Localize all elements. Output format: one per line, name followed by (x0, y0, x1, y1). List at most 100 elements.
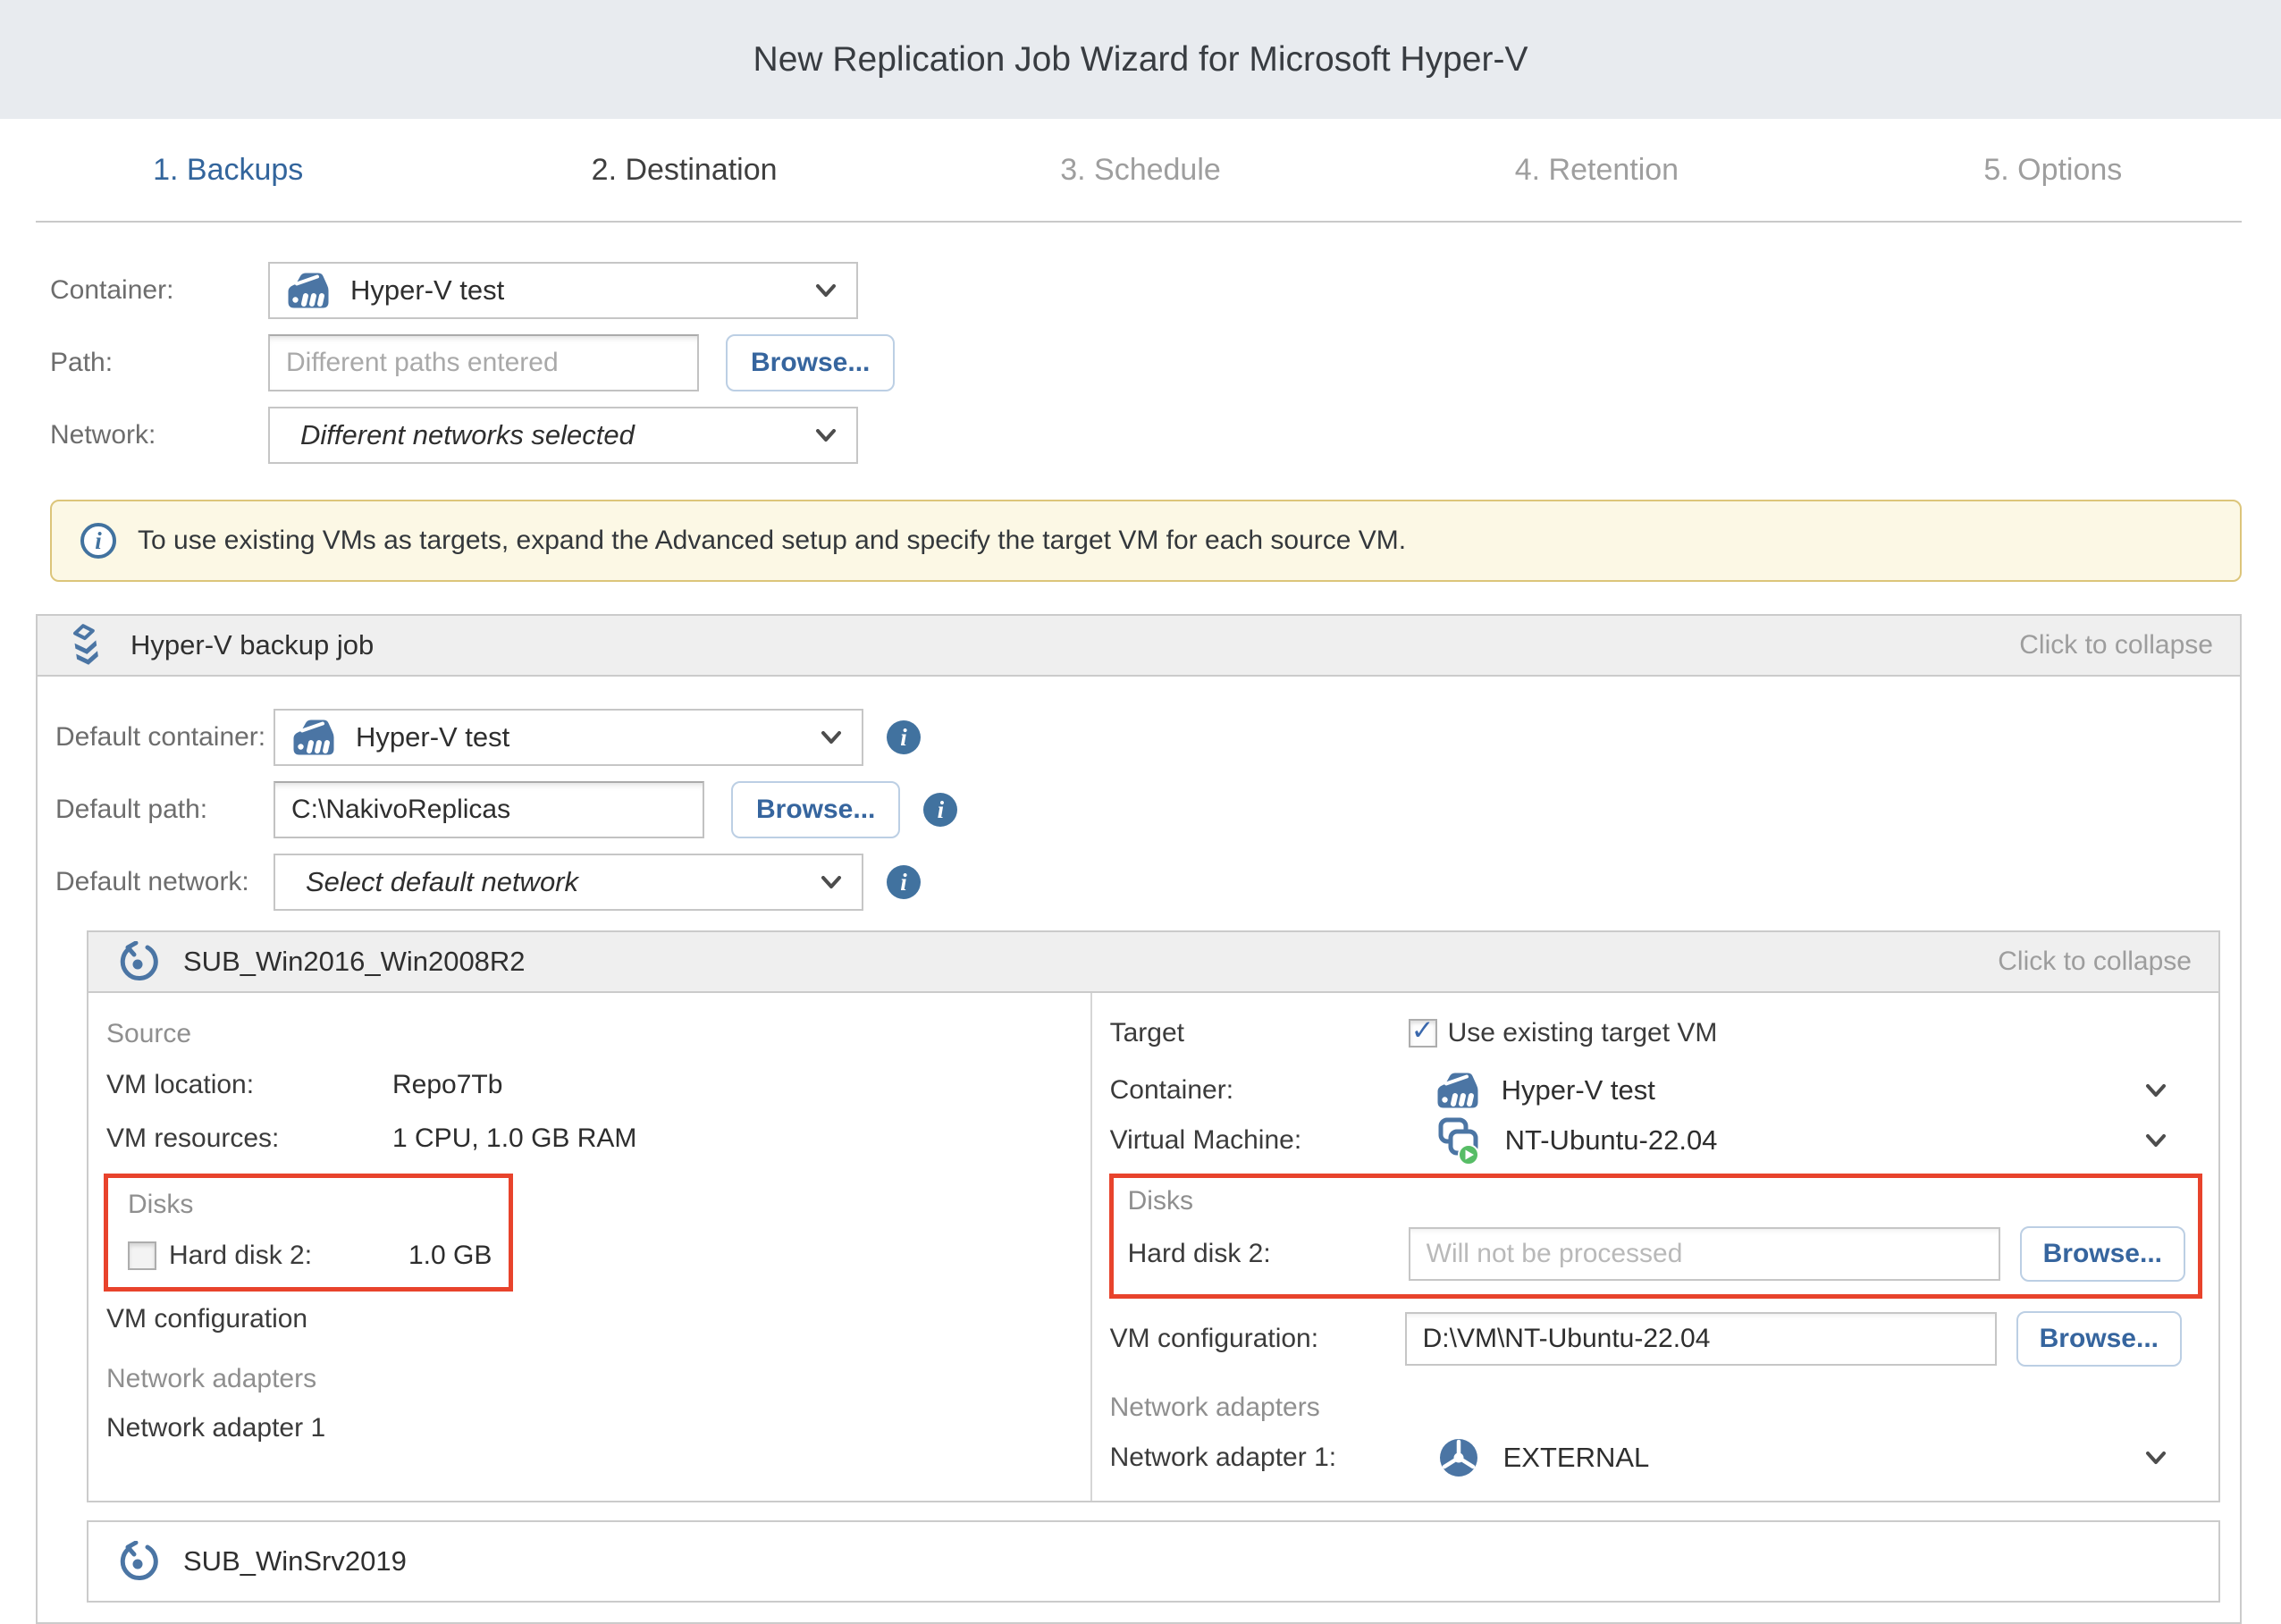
container-select[interactable]: Hyper-V test (268, 262, 858, 319)
virtual-machine-label: Virtual Machine: (1110, 1125, 1405, 1156)
default-path-input[interactable] (274, 781, 704, 838)
default-container-value: Hyper-V test (356, 721, 509, 753)
default-network-select[interactable]: Select default network (274, 854, 863, 911)
default-network-row: Default network: Select default network … (55, 854, 2240, 911)
vm-resources-value: 1 CPU, 1.0 GB RAM (392, 1123, 636, 1154)
target-network-adapters-heading: Network adapters (1110, 1393, 2218, 1422)
use-existing-target-vm-checkbox[interactable] (1409, 1019, 1437, 1048)
vm-sub-panel-title: SUB_Win2016_Win2008R2 (183, 946, 526, 978)
hard-disk-size: 1.0 GB (408, 1241, 492, 1271)
vm-sub-panel-collapsed-title: SUB_WinSrv2019 (183, 1545, 407, 1578)
tab-schedule[interactable]: 3. Schedule (913, 153, 1368, 188)
path-row: Path: Browse... (50, 334, 2281, 391)
tab-options[interactable]: 5. Options (1825, 153, 2281, 188)
default-path-label: Default path: (55, 795, 274, 825)
vm-location-value: Repo7Tb (392, 1070, 502, 1100)
hard-disk-label: Hard disk 2: (169, 1241, 408, 1271)
vm-sub-panel-header[interactable]: SUB_Win2016_Win2008R2 Click to collapse (88, 932, 2218, 993)
network-label: Network: (50, 420, 268, 450)
target-hard-disk-input[interactable] (1409, 1227, 2000, 1281)
network-value: Different networks selected (300, 419, 635, 451)
info-icon: i (80, 523, 116, 559)
source-disks-annotation: Disks Hard disk 2: 1.0 GB (104, 1174, 513, 1292)
hyperv-host-icon (288, 272, 329, 309)
vm-location-row: VM location: Repo7Tb (106, 1070, 1090, 1100)
browse-target-disk-button[interactable]: Browse... (2020, 1226, 2185, 1282)
browse-default-path-button[interactable]: Browse... (731, 781, 900, 838)
chevron-down-icon (821, 731, 842, 745)
tab-retention[interactable]: 4. Retention (1368, 153, 1824, 188)
page-title: New Replication Job Wizard for Microsoft… (753, 40, 1528, 80)
info-icon[interactable]: i (887, 865, 921, 899)
container-value: Hyper-V test (350, 274, 504, 307)
tab-destination[interactable]: 2. Destination (456, 153, 912, 188)
target-network-adapter-row: Network adapter 1: EXTERNAL (1110, 1436, 2218, 1479)
hard-disk-checkbox[interactable] (128, 1241, 156, 1270)
virtual-machine-icon (1437, 1116, 1482, 1165)
vm-location-label: VM location: (106, 1070, 392, 1100)
target-heading: Target (1110, 1019, 1405, 1048)
browse-path-button[interactable]: Browse... (726, 334, 895, 391)
target-network-adapter-label: Network adapter 1: (1110, 1443, 1405, 1473)
source-hard-disk-row: Hard disk 2: 1.0 GB (128, 1241, 509, 1271)
replication-sub-job-icon (117, 1541, 158, 1582)
virtual-machine-value: NT-Ubuntu-22.04 (1505, 1124, 1718, 1157)
default-container-row: Default container: Hyper-V test i (55, 709, 2240, 766)
replication-sub-job-icon (117, 941, 158, 982)
target-vm-configuration-row: VM configuration: Browse... (1110, 1311, 2218, 1367)
vm-sub-panel-collapsed[interactable]: SUB_WinSrv2019 (87, 1520, 2220, 1603)
source-column: Source VM location: Repo7Tb VM resources… (88, 993, 1092, 1501)
vm-sub-panel-content: Source VM location: Repo7Tb VM resources… (88, 993, 2218, 1501)
backup-job-header[interactable]: Hyper-V backup job Click to collapse (38, 616, 2240, 677)
tab-backups[interactable]: 1. Backups (0, 153, 456, 188)
info-icon[interactable]: i (887, 720, 921, 754)
path-input[interactable] (268, 334, 699, 391)
chevron-down-icon[interactable] (2145, 1134, 2167, 1148)
source-network-adapters-heading: Network adapters (106, 1365, 1090, 1393)
collapse-hint[interactable]: Click to collapse (2019, 630, 2213, 661)
info-banner-text: To use existing VMs as targets, expand t… (138, 526, 1406, 556)
backup-job-icon (63, 620, 109, 670)
target-disks-heading: Disks (1128, 1187, 2185, 1216)
vm-resources-label: VM resources: (106, 1123, 392, 1154)
hyperv-host-icon (293, 719, 334, 756)
target-container-value: Hyper-V test (1502, 1074, 1655, 1107)
chevron-down-icon[interactable] (2145, 1084, 2167, 1098)
destination-form: Container: Hyper-V test Path: Browse... … (0, 223, 2281, 464)
backup-job-title: Hyper-V backup job (130, 629, 374, 661)
default-network-label: Default network: (55, 867, 274, 897)
path-label: Path: (50, 348, 268, 378)
container-row: Container: Hyper-V test (50, 262, 2281, 319)
target-vm-configuration-label: VM configuration: (1110, 1324, 1405, 1354)
vm-resources-row: VM resources: 1 CPU, 1.0 GB RAM (106, 1123, 1090, 1154)
default-container-select[interactable]: Hyper-V test (274, 709, 863, 766)
network-select[interactable]: Different networks selected (268, 407, 858, 464)
chevron-down-icon (815, 284, 837, 298)
source-network-adapter-label: Network adapter 1 (106, 1413, 1090, 1443)
info-icon[interactable]: i (923, 793, 957, 827)
container-label: Container: (50, 275, 268, 306)
target-hard-disk-label: Hard disk 2: (1128, 1239, 1409, 1269)
network-row: Network: Different networks selected (50, 407, 2281, 464)
browse-vm-configuration-button[interactable]: Browse... (2016, 1311, 2182, 1367)
vm-sub-panel: SUB_Win2016_Win2008R2 Click to collapse … (87, 930, 2220, 1502)
wizard-steps: 1. Backups 2. Destination 3. Schedule 4.… (0, 119, 2281, 221)
use-existing-target-vm-label: Use existing target VM (1448, 1018, 1718, 1048)
backup-job-panel: Hyper-V backup job Click to collapse Def… (36, 614, 2242, 1624)
hyperv-host-icon (1437, 1072, 1478, 1109)
source-heading: Source (106, 1020, 1090, 1048)
target-vm-configuration-input[interactable] (1405, 1312, 1997, 1366)
target-virtual-machine-row: Virtual Machine: NT-Ubuntu-22.04 (1110, 1116, 2218, 1165)
target-container-label: Container: (1110, 1075, 1405, 1106)
chevron-down-icon (821, 876, 842, 889)
default-network-value: Select default network (306, 866, 578, 898)
target-disks-annotation: Disks Hard disk 2: Browse... (1109, 1174, 2202, 1299)
chevron-down-icon[interactable] (2145, 1452, 2167, 1465)
collapse-hint[interactable]: Click to collapse (1998, 947, 2192, 977)
window-title-bar: New Replication Job Wizard for Microsoft… (0, 0, 2281, 119)
target-hard-disk-row: Hard disk 2: Browse... (1128, 1226, 2185, 1282)
chevron-down-icon (815, 429, 837, 442)
target-heading-row: Target Use existing target VM (1110, 1018, 2218, 1048)
network-adapter-icon (1437, 1436, 1480, 1479)
target-column: Target Use existing target VM Container:… (1092, 993, 2218, 1501)
